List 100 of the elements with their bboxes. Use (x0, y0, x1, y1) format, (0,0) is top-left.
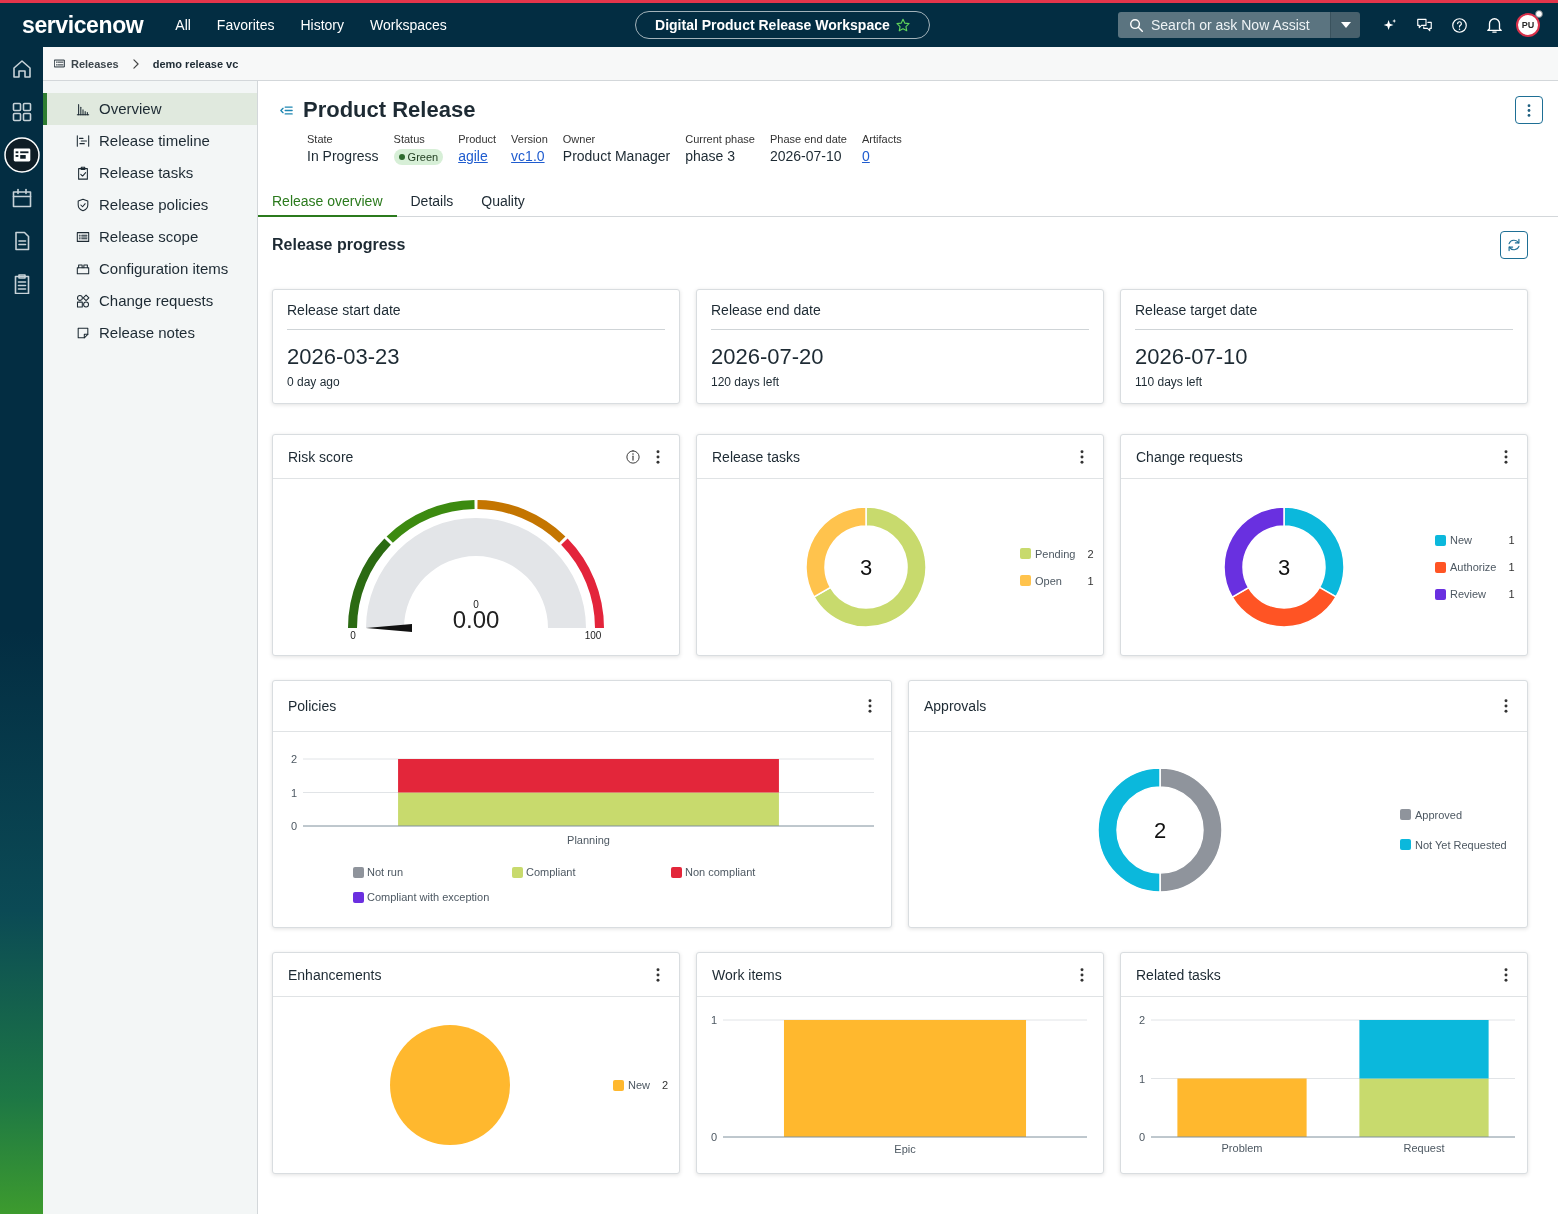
field-label: State (307, 132, 334, 146)
legend-label: New (628, 1079, 650, 1091)
user-avatar[interactable]: PU (1516, 13, 1540, 37)
card-title: Release start date (287, 290, 665, 330)
gauge-max-label: 100 (584, 630, 602, 641)
legend-label: Not run (367, 866, 404, 878)
shapes-icon (76, 294, 90, 308)
date-value: 2026-07-20 (711, 344, 825, 370)
sidebar-item[interactable]: Release policies (43, 189, 257, 221)
breadcrumb-current: demo release vc (152, 57, 239, 70)
more-icon[interactable] (868, 699, 872, 713)
more-icon[interactable] (656, 449, 660, 464)
gauge-caption: 0 (473, 599, 479, 610)
legend-count: 1 (1508, 561, 1515, 573)
legend-count: 1 (1087, 574, 1094, 587)
card-title: Approvals (924, 697, 987, 715)
legend-label: Review (1450, 588, 1488, 600)
card-title: Enhancements (288, 965, 382, 984)
chat-icon[interactable] (1417, 18, 1432, 32)
sidebar-item[interactable]: Release timeline (43, 125, 257, 157)
nav-link[interactable]: All (175, 16, 191, 34)
sidebar-item[interactable]: Change requests (43, 285, 257, 317)
date-note: 110 days left (1135, 374, 1204, 390)
axis-tick-label: 1 (1138, 1072, 1145, 1085)
axis-category-label: Epic (894, 1143, 916, 1155)
sidebar-item[interactable]: Release scope (43, 221, 257, 253)
donut-total: 2 (1153, 817, 1167, 843)
nav-link[interactable]: Favorites (216, 16, 275, 34)
sparkle-icon[interactable] (1383, 18, 1397, 32)
card-title: Related tasks (1136, 965, 1221, 984)
field-label: Current phase (685, 132, 755, 146)
more-button[interactable] (1515, 96, 1543, 124)
axis-tick-label: 1 (710, 1014, 717, 1026)
tab[interactable]: Release overview (258, 186, 397, 217)
section-title: Release progress (272, 236, 406, 254)
grid-icon[interactable] (11, 101, 32, 122)
legend-count: 2 (662, 1079, 669, 1091)
axis-tick-label: 1 (290, 786, 297, 799)
refresh-button[interactable] (1500, 231, 1528, 259)
legend-count: 1 (1508, 588, 1515, 600)
search-menu-button[interactable] (1330, 12, 1360, 38)
list-icon (76, 230, 90, 244)
donut-total: 3 (1277, 555, 1291, 580)
axis-tick-label: 0 (290, 820, 297, 832)
legend-label: Pending (1035, 547, 1076, 560)
field-label: Product (458, 132, 497, 146)
breadcrumb-link[interactable]: Releases (71, 57, 119, 70)
search-icon (1130, 19, 1143, 32)
home-icon[interactable] (11, 58, 32, 79)
axis-category-label: Request (1403, 1142, 1445, 1154)
date-value: 2026-03-23 (287, 344, 401, 370)
bar-chart-icon (76, 102, 90, 116)
caret-down-icon (1340, 22, 1351, 28)
app-logo[interactable]: servicenow (22, 12, 144, 38)
dashboard-icon[interactable] (3, 136, 40, 173)
sidebar-item[interactable]: Configuration items (43, 253, 257, 285)
refresh-icon (1507, 238, 1521, 252)
star-icon (895, 18, 910, 32)
calendar-icon[interactable] (11, 187, 32, 208)
card-title: Release end date (711, 290, 1089, 330)
nav-link[interactable]: Workspaces (370, 16, 447, 34)
status-dot-icon (1535, 10, 1543, 18)
page-title: Product Release (303, 96, 476, 124)
list-icon (54, 59, 65, 68)
more-icon[interactable] (1080, 449, 1084, 464)
more-icon[interactable] (1504, 699, 1508, 713)
blocks-icon (76, 262, 90, 276)
axis-category-label: Problem (1221, 1142, 1263, 1154)
field-label: Phase end date (769, 132, 847, 146)
more-icon[interactable] (1504, 967, 1508, 982)
shield-check-icon (76, 198, 90, 212)
help-icon[interactable] (1452, 17, 1467, 33)
field-link[interactable]: 0 (862, 146, 870, 166)
search-field[interactable]: Search or ask Now Assist (1118, 12, 1330, 38)
nav-link[interactable]: History (300, 16, 344, 34)
info-icon[interactable] (626, 449, 640, 464)
card-title: Work items (712, 965, 782, 984)
axis-tick-label: 0 (1138, 1131, 1145, 1143)
axis-tick-label: 2 (290, 753, 297, 765)
field-link[interactable]: vc1.0 (511, 146, 545, 166)
more-icon[interactable] (1080, 967, 1084, 982)
clipboard-check-icon (76, 166, 90, 180)
date-value: 2026-07-10 (1135, 344, 1249, 370)
sidebar-item[interactable]: Release notes (43, 317, 257, 349)
more-icon[interactable] (1504, 449, 1508, 464)
field-link[interactable]: agile (458, 146, 488, 166)
chevron-right-icon (132, 58, 139, 69)
field-value: phase 3 (685, 147, 736, 166)
collapse-icon[interactable] (280, 105, 293, 115)
tab[interactable]: Quality (467, 186, 539, 217)
sidebar-item[interactable]: Overview (43, 93, 257, 125)
axis-category-label: Planning (567, 834, 610, 846)
field-label: Version (511, 132, 548, 146)
sidebar-item[interactable]: Release tasks (43, 157, 257, 189)
legend-label: New (1450, 534, 1473, 546)
more-icon[interactable] (656, 967, 660, 982)
legend-count: 1 (1508, 534, 1515, 546)
legend-label: Authorize (1450, 561, 1497, 573)
bell-icon[interactable] (1487, 17, 1502, 33)
tab[interactable]: Details (396, 186, 468, 217)
